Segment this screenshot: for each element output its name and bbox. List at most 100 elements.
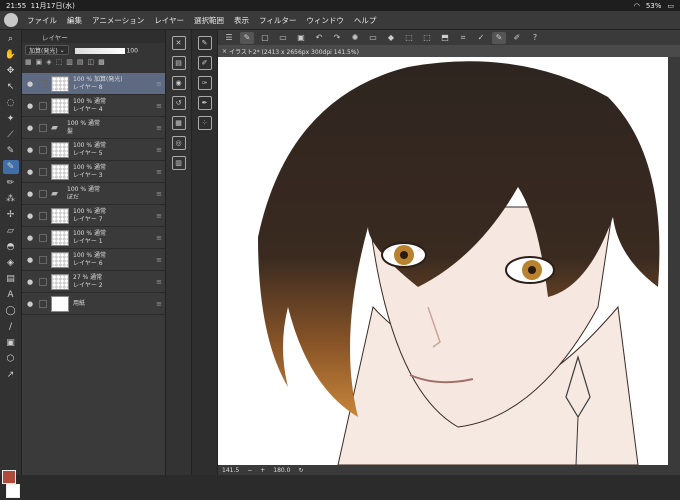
layer-row[interactable]: ● 100 % 通常 レイヤー 7 ≡ — [22, 205, 165, 227]
visibility-eye-icon[interactable]: ● — [25, 234, 35, 242]
layer-row[interactable]: ● 用紙 ≡ — [22, 293, 165, 315]
lock-checkbox[interactable] — [39, 167, 47, 176]
history-icon[interactable]: ↺ — [171, 96, 186, 110]
fill-icon[interactable]: ◆ — [384, 32, 398, 44]
pen-sync-icon[interactable]: ✎ — [492, 31, 506, 44]
visibility-eye-icon[interactable]: ● — [25, 256, 35, 264]
sub-color[interactable] — [6, 484, 20, 498]
layer-property-icon[interactable]: ▥ — [171, 156, 186, 170]
navigator-icon[interactable]: ◎ — [171, 136, 186, 150]
pen-settings-icon[interactable]: ✎ — [197, 36, 212, 50]
close-icon[interactable]: ✕ — [171, 36, 186, 50]
rotate-icon[interactable]: ↻ — [298, 467, 303, 474]
visibility-eye-icon[interactable]: ● — [25, 300, 35, 308]
save-icon[interactable]: ▣ — [294, 32, 308, 44]
lock-checkbox[interactable] — [39, 211, 47, 220]
lock-checkbox[interactable] — [39, 101, 47, 110]
spray-icon[interactable]: ⁘ — [197, 116, 212, 130]
zoom-out-icon[interactable]: − — [247, 467, 252, 474]
subtool-icon[interactable]: ▤ — [171, 56, 186, 70]
ruler-tool-icon[interactable]: ∕ — [3, 320, 19, 334]
balloon-icon[interactable]: ◯ — [3, 304, 19, 318]
lock-checkbox[interactable] — [39, 189, 47, 198]
figure-tool-icon[interactable]: ⬡ — [3, 352, 19, 366]
fill-tool-icon[interactable]: ◈ — [3, 256, 19, 270]
layer-menu-icon[interactable]: ≡ — [156, 212, 162, 220]
lock-checkbox[interactable] — [39, 277, 47, 286]
opacity-value[interactable]: 100 — [126, 48, 137, 55]
transform-icon[interactable]: ⬚ — [402, 32, 416, 44]
layer-row[interactable]: ● ▰ 100 % 通常 ぼだ ≡ — [22, 183, 165, 205]
palette-icon[interactable]: ◉ — [171, 76, 186, 90]
visibility-eye-icon[interactable]: ● — [25, 190, 35, 198]
layer-menu-icon[interactable]: ≡ — [156, 300, 162, 308]
pencil-tool-icon[interactable]: ✏ — [3, 176, 19, 190]
lock-checkbox[interactable] — [39, 233, 47, 242]
layer-menu-icon[interactable]: ≡ — [156, 256, 162, 264]
layer-menu-icon[interactable]: ≡ — [156, 124, 162, 132]
material-icon[interactable]: ▦ — [171, 116, 186, 130]
layer-row[interactable]: ● 100 % 通常 レイヤー 5 ≡ — [22, 139, 165, 161]
layer-menu-icon[interactable]: ≡ — [156, 146, 162, 154]
visibility-eye-icon[interactable]: ● — [25, 168, 35, 176]
invert-icon[interactable]: ⬒ — [438, 32, 452, 44]
stamp-icon[interactable]: ✒ — [197, 96, 212, 110]
layer-menu-icon[interactable]: ≡ — [156, 102, 162, 110]
layer-row[interactable]: ● 100 % 通常 レイヤー 6 ≡ — [22, 249, 165, 271]
opacity-slider[interactable] — [74, 48, 125, 54]
crop-icon[interactable]: ⌗ — [456, 32, 470, 44]
menu-filter[interactable]: フィルター — [254, 15, 301, 26]
hand-tool-icon[interactable]: ✋ — [3, 48, 19, 62]
layer-menu-icon[interactable]: ≡ — [156, 190, 162, 198]
zoom-value[interactable]: 141.5 — [222, 467, 239, 474]
lock-checkbox[interactable] — [39, 79, 47, 88]
brush-tool-icon[interactable]: ✎ — [2, 160, 19, 174]
canvas[interactable] — [218, 57, 668, 465]
clear-icon[interactable]: ▭ — [366, 32, 380, 44]
magic-wand-icon[interactable]: ✦ — [3, 112, 19, 126]
lock-checkbox[interactable] — [39, 255, 47, 264]
lock-checkbox[interactable] — [39, 123, 47, 132]
menu-selection[interactable]: 選択範囲 — [189, 15, 229, 26]
lasso-tool-icon[interactable]: ◌ — [3, 96, 19, 110]
canvas-tab[interactable]: × イラスト2* (2413 x 2656px 300dpi 141.5%) — [218, 45, 680, 57]
brush-settings-icon[interactable]: ✐ — [197, 56, 212, 70]
layer-menu-icon[interactable]: ≡ — [156, 278, 162, 286]
visibility-eye-icon[interactable]: ● — [25, 124, 35, 132]
layer-row[interactable]: ● 27 % 通常 レイヤー 2 ≡ — [22, 271, 165, 293]
current-tool-icon[interactable]: ✎ — [240, 31, 254, 44]
visibility-eye-icon[interactable]: ● — [25, 212, 35, 220]
layer-row[interactable]: ● ▰ 100 % 通常髪 ≡ — [22, 117, 165, 139]
visibility-eye-icon[interactable]: ● — [25, 102, 35, 110]
move-tool-icon[interactable]: ✥ — [3, 64, 19, 78]
gradient-icon[interactable]: ▤ — [3, 272, 19, 286]
menu-view[interactable]: 表示 — [229, 15, 254, 26]
visibility-eye-icon[interactable]: ● — [25, 278, 35, 286]
visibility-eye-icon[interactable]: ● — [25, 146, 35, 154]
layer-menu-icon[interactable]: ≡ — [156, 168, 162, 176]
layer-menu-icon[interactable]: ≡ — [156, 234, 162, 242]
blend-settings-icon[interactable]: ✑ — [197, 76, 212, 90]
text-tool-icon[interactable]: A — [3, 288, 19, 302]
new-file-icon[interactable]: ▢ — [258, 32, 272, 44]
layer-row[interactable]: ● 100 % 加算(発光) レイヤー 8 ≡ — [22, 73, 165, 95]
eraser-icon[interactable]: ▱ — [3, 224, 19, 238]
layer-row[interactable]: ● 100 % 通常 レイヤー 1 ≡ — [22, 227, 165, 249]
open-icon[interactable]: ▭ — [276, 32, 290, 44]
vertical-scrollbar[interactable] — [668, 57, 680, 465]
main-color[interactable] — [2, 470, 16, 484]
decoration-icon[interactable]: ✢ — [3, 208, 19, 222]
visibility-eye-icon[interactable]: ● — [25, 80, 35, 88]
menu-window[interactable]: ウィンドウ — [301, 15, 349, 26]
help-icon[interactable]: ? — [528, 32, 542, 44]
correction-icon[interactable]: ↗ — [3, 368, 19, 382]
menu-file[interactable]: ファイル — [22, 15, 62, 26]
zoom-tool-icon[interactable]: ⌕ — [3, 32, 19, 46]
lock-checkbox[interactable] — [39, 145, 47, 154]
layer-row[interactable]: ● 100 % 通常 レイヤー 3 ≡ — [22, 161, 165, 183]
blend-mode-select[interactable]: 加算(発光) ⌄ — [25, 45, 69, 55]
layer-menu-icon[interactable]: ≡ — [156, 80, 162, 88]
blend-tool-icon[interactable]: ◓ — [3, 240, 19, 254]
menu-edit[interactable]: 編集 — [62, 15, 87, 26]
menu-help[interactable]: ヘルプ — [349, 15, 382, 26]
